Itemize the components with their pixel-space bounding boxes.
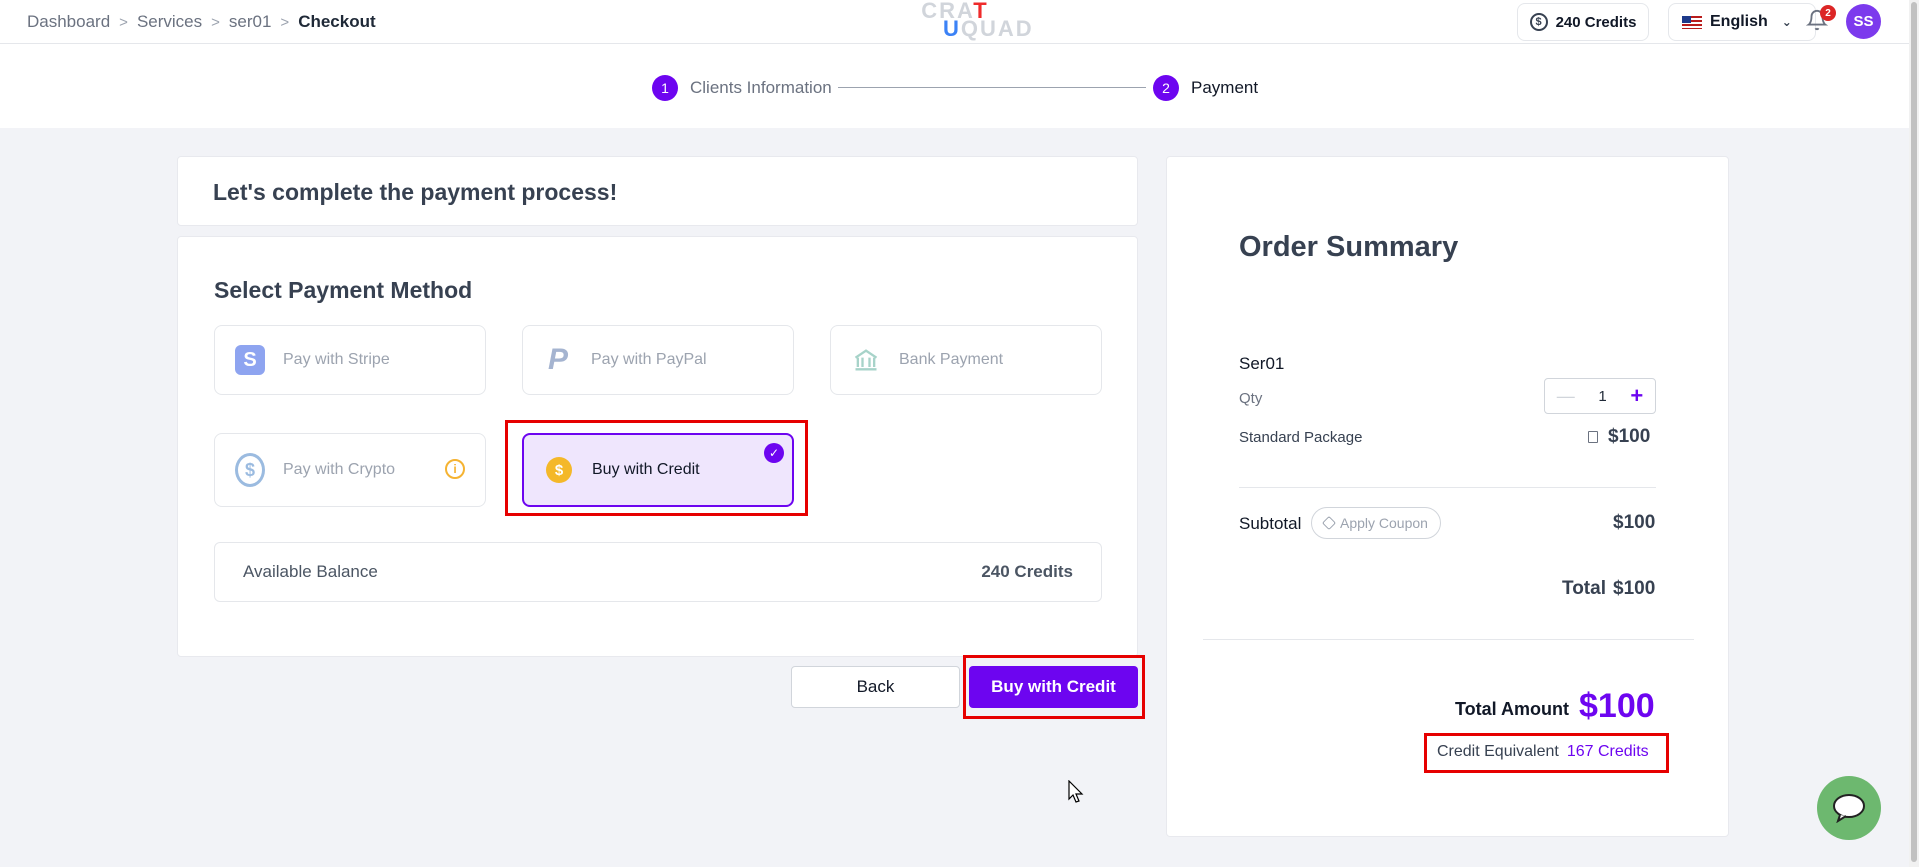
step-payment[interactable]: 2 Payment: [1153, 75, 1258, 101]
info-icon[interactable]: i: [445, 459, 465, 479]
balance-label: Available Balance: [243, 562, 378, 581]
increase-qty-button[interactable]: +: [1630, 383, 1643, 409]
coin-icon: $: [1529, 13, 1548, 31]
subtotal-label: Subtotal: [1239, 514, 1302, 533]
breadcrumb-ser01[interactable]: ser01: [229, 12, 272, 32]
document-icon: [1588, 431, 1598, 443]
logo[interactable]: CRAT UQUAD: [905, 0, 1031, 41]
step-number: 2: [1153, 75, 1179, 101]
credits-label: 240 Credits: [1555, 13, 1637, 31]
apply-coupon-button[interactable]: Apply Coupon: [1311, 507, 1441, 539]
buy-with-credit-option[interactable]: $ Buy with Credit ✓: [522, 433, 794, 507]
coupon-label: Apply Coupon: [1340, 515, 1428, 531]
balance-value: 240 Credits: [981, 562, 1073, 581]
logo-text-u: U: [943, 16, 961, 41]
step-label: Clients Information: [690, 78, 832, 97]
section-title: Select Payment Method: [214, 277, 473, 303]
pay-with-paypal-option[interactable]: P Pay with PayPal: [522, 325, 794, 395]
option-label: Pay with PayPal: [591, 351, 707, 368]
chevron-right-icon: >: [211, 13, 220, 31]
divider: [1203, 639, 1694, 640]
buy-with-credit-button[interactable]: Buy with Credit: [969, 666, 1138, 708]
bank-payment-option[interactable]: Bank Payment: [830, 325, 1102, 395]
stripe-icon: S: [235, 345, 265, 375]
credits-balance-button[interactable]: $ 240 Credits: [1517, 3, 1649, 41]
breadcrumb: Dashboard > Services > ser01 > Checkout: [27, 0, 376, 44]
chevron-down-icon: ⌄: [1781, 15, 1792, 29]
top-navbar: Dashboard > Services > ser01 > Checkout …: [0, 0, 1909, 44]
package-price: $100: [1608, 426, 1651, 447]
order-summary-card: Order Summary Ser01 Qty — 1 + Standard P…: [1166, 156, 1729, 837]
bank-icon: [851, 345, 881, 375]
credit-equivalent-value: 167 Credits: [1566, 743, 1649, 760]
checkout-stepper: 1 Clients Information 2 Payment: [0, 44, 1909, 128]
step-number: 1: [652, 75, 678, 101]
breadcrumb-current: Checkout: [298, 12, 376, 31]
pay-with-crypto-option[interactable]: $ Pay with Crypto i: [214, 433, 486, 507]
crypto-coin-icon: $: [235, 453, 265, 487]
item-name: Ser01: [1239, 354, 1285, 373]
available-balance-box: Available Balance 240 Credits: [214, 542, 1102, 602]
option-label: Pay with Crypto: [283, 461, 396, 478]
paypal-icon: P: [547, 343, 568, 376]
page-scrollbar[interactable]: [1909, 0, 1919, 867]
chat-bubble-icon: [1833, 794, 1865, 823]
package-price-row: $100: [1588, 426, 1650, 448]
credit-equivalent-label: Credit Equivalent: [1437, 743, 1559, 760]
divider: [1239, 487, 1656, 488]
notification-count-badge: 2: [1820, 5, 1836, 21]
option-label: Buy with Credit: [592, 461, 700, 478]
total-value: $100: [1613, 578, 1656, 599]
package-label: Standard Package: [1239, 429, 1363, 446]
total-amount-label: Total Amount: [1455, 699, 1569, 719]
chevron-right-icon: >: [280, 13, 290, 31]
option-label: Pay with Stripe: [283, 351, 390, 368]
breadcrumb-dashboard[interactable]: Dashboard: [27, 12, 110, 32]
pay-with-stripe-option[interactable]: S Pay with Stripe: [214, 325, 486, 395]
payment-methods-card: Select Payment Method S Pay with Stripe …: [177, 236, 1138, 657]
total-label: Total: [1562, 578, 1606, 599]
total-amount-value: $100: [1579, 687, 1655, 725]
scrollbar-thumb[interactable]: [1911, 2, 1917, 862]
intro-card: Let's complete the payment process!: [177, 156, 1138, 226]
tag-icon: [1321, 515, 1337, 531]
step-clients-information[interactable]: 1 Clients Information: [652, 75, 832, 101]
mouse-cursor-icon: [1068, 780, 1084, 803]
qty-value: 1: [1598, 387, 1607, 405]
check-icon: ✓: [764, 443, 784, 463]
us-flag-icon: [1682, 15, 1702, 29]
logo-text-2: QUAD: [960, 16, 1034, 41]
chat-widget-button[interactable]: [1817, 776, 1881, 840]
order-summary-title: Order Summary: [1239, 231, 1459, 263]
step-label: Payment: [1191, 78, 1259, 97]
breadcrumb-services[interactable]: Services: [137, 12, 202, 32]
language-select[interactable]: English ⌄: [1668, 3, 1816, 41]
step-connector: [838, 87, 1146, 88]
option-label: Bank Payment: [899, 351, 1004, 368]
page-title: Let's complete the payment process!: [213, 179, 618, 205]
quantity-stepper: — 1 +: [1544, 378, 1656, 414]
gold-coin-icon: $: [546, 457, 572, 483]
subtotal-value: $100: [1613, 512, 1656, 533]
qty-label: Qty: [1239, 390, 1263, 407]
decrease-qty-button[interactable]: —: [1557, 386, 1575, 407]
user-avatar[interactable]: SS: [1846, 4, 1881, 39]
back-button[interactable]: Back: [791, 666, 960, 708]
credit-equivalent: Credit Equivalent 167 Credits: [1437, 743, 1649, 761]
language-label: English: [1710, 13, 1768, 30]
chevron-right-icon: >: [119, 13, 128, 31]
notifications-button[interactable]: 2: [1805, 5, 1836, 35]
